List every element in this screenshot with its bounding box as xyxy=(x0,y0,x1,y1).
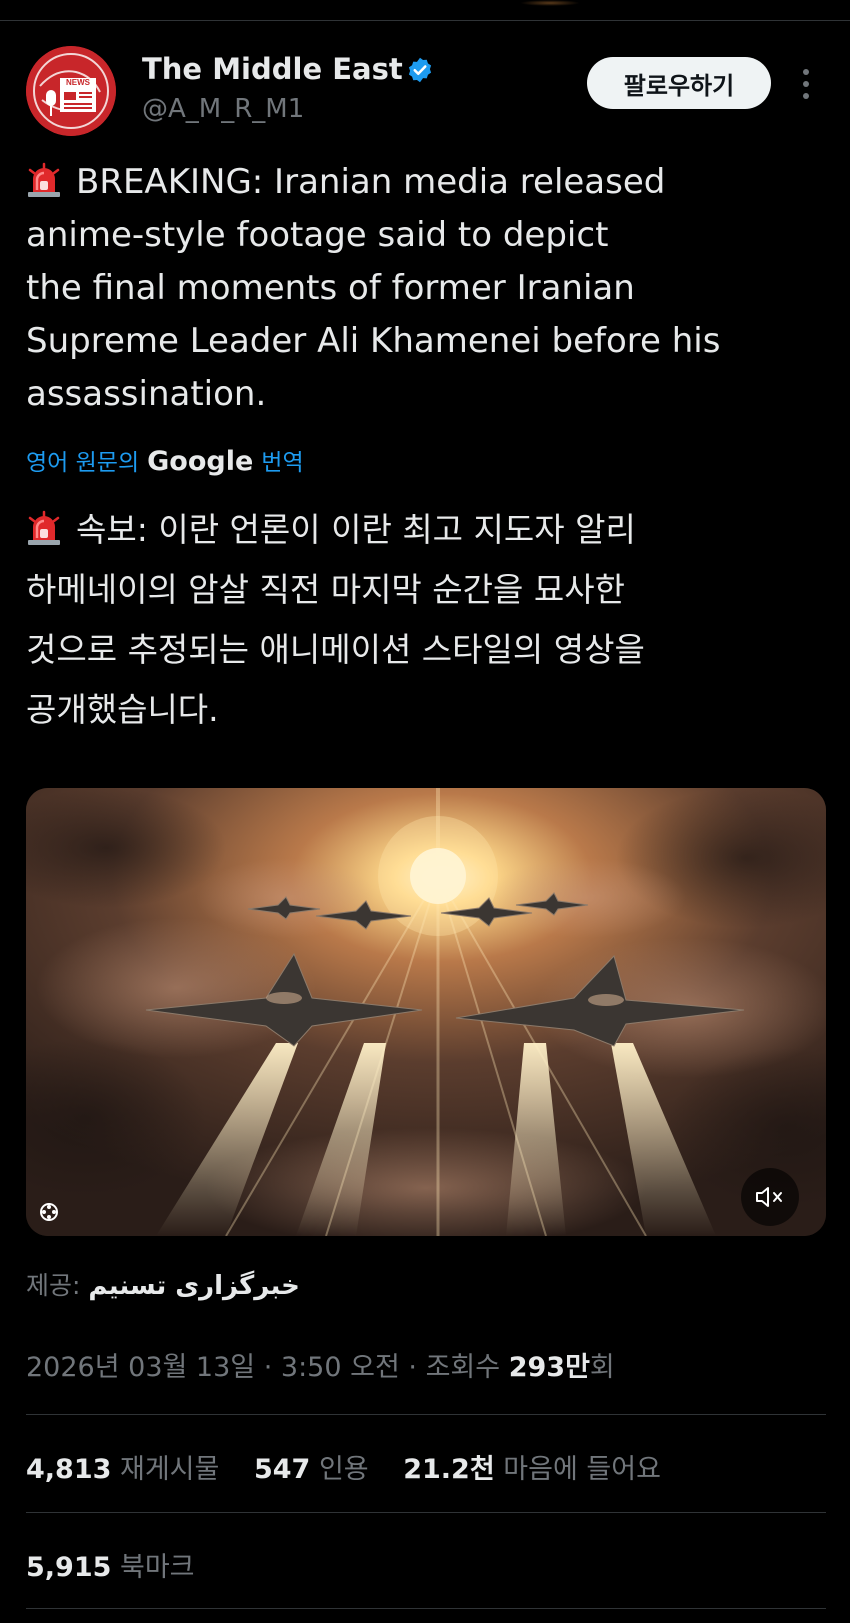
divider xyxy=(26,1512,826,1513)
mute-button[interactable] xyxy=(741,1168,799,1226)
translated-line: 공개했습니다. xyxy=(26,690,219,729)
gif-badge-icon xyxy=(40,1203,58,1221)
tweet-text: BREAKING: Iranian media released anime-s… xyxy=(26,156,826,421)
display-name[interactable]: The Middle East xyxy=(142,52,403,86)
views-label: 조회수 xyxy=(425,1352,501,1383)
translated-line: 하메네이의 암살 직전 마지막 순간을 묘사한 xyxy=(26,570,625,609)
bookmarks-stat[interactable]: 5,915 북마크 xyxy=(26,1545,195,1584)
google-brand: Google xyxy=(147,446,254,477)
meta-separator: · xyxy=(263,1352,273,1383)
translation-attribution[interactable]: 영어 원문의 Google 번역 xyxy=(26,443,304,477)
avatar-news-label: NEWS xyxy=(66,78,91,87)
divider xyxy=(26,1608,826,1609)
tweet-line: the final moments of former Iranian xyxy=(26,268,635,308)
tweet-date[interactable]: 2026년 03월 13일 xyxy=(26,1352,255,1383)
translation-suffix: 번역 xyxy=(261,450,304,476)
translated-line: 것으로 추정되는 애니메이션 스타일의 영상을 xyxy=(26,630,645,669)
tweet-line: BREAKING: Iranian media released xyxy=(26,156,826,209)
bookmarks-label: 북마크 xyxy=(120,1552,195,1583)
likes-count: 21.2천 xyxy=(403,1454,495,1485)
top-edge-glow xyxy=(520,0,580,6)
tweet-line: assassination. xyxy=(26,374,267,414)
likes-stat[interactable]: 21.2천 마음에 들어요 xyxy=(403,1454,661,1485)
source-name[interactable]: خبرگزاری تسنیم xyxy=(88,1271,299,1301)
media-source: 제공: خبرگزاری تسنیم xyxy=(26,1266,300,1302)
tweet-meta: 2026년 03월 13일 · 3:50 오전 · 조회수 293만회 xyxy=(26,1345,615,1384)
engagement-stats: 4,813 재게시물 547 인용 21.2천 마음에 들어요 xyxy=(26,1447,687,1486)
source-label: 제공: xyxy=(26,1271,81,1300)
translated-line-text: 속보: 이란 언론이 이란 최고 지도자 알리 xyxy=(76,510,636,549)
rotating-light-icon xyxy=(28,162,60,197)
tweet-line: anime-style footage said to depict xyxy=(26,215,609,255)
follow-button[interactable]: 팔로우하기 xyxy=(587,57,771,109)
rotating-light-icon xyxy=(28,510,60,545)
speaker-muted-icon xyxy=(756,1187,782,1207)
retweets-stat[interactable]: 4,813 재게시물 xyxy=(26,1454,219,1485)
avatar[interactable]: NEWS xyxy=(26,46,116,136)
quotes-label: 인용 xyxy=(318,1454,369,1485)
tweet-time[interactable]: 3:50 오전 xyxy=(281,1352,400,1383)
retweets-label: 재게시물 xyxy=(120,1454,220,1485)
tweet-line: Supreme Leader Ali Khamenei before his xyxy=(26,321,721,361)
retweets-count: 4,813 xyxy=(26,1454,112,1485)
translated-line: 속보: 이란 언론이 이란 최고 지도자 알리 xyxy=(26,500,826,560)
news-logo-icon: NEWS xyxy=(26,46,116,136)
more-options-icon[interactable] xyxy=(795,66,817,102)
video-thumbnail xyxy=(26,788,826,1236)
views-count: 293만 xyxy=(508,1352,590,1383)
translation-prefix: 영어 원문의 xyxy=(26,450,140,476)
top-divider xyxy=(0,20,850,21)
user-handle[interactable]: @A_M_R_M1 xyxy=(142,94,304,124)
quotes-count: 547 xyxy=(253,1454,311,1485)
tweet-line-text: BREAKING: Iranian media released xyxy=(76,162,666,202)
divider xyxy=(26,1414,826,1415)
quotes-stat[interactable]: 547 인용 xyxy=(254,1454,369,1485)
likes-label: 마음에 들어요 xyxy=(503,1454,661,1485)
translated-text: 속보: 이란 언론이 이란 최고 지도자 알리 하메네이의 암살 직전 마지막 … xyxy=(26,500,826,740)
bookmarks-count: 5,915 xyxy=(26,1552,112,1583)
meta-separator: · xyxy=(408,1352,417,1383)
verified-badge-icon[interactable] xyxy=(406,56,434,84)
video-player[interactable] xyxy=(26,788,826,1236)
views-suffix: 회 xyxy=(589,1352,615,1383)
